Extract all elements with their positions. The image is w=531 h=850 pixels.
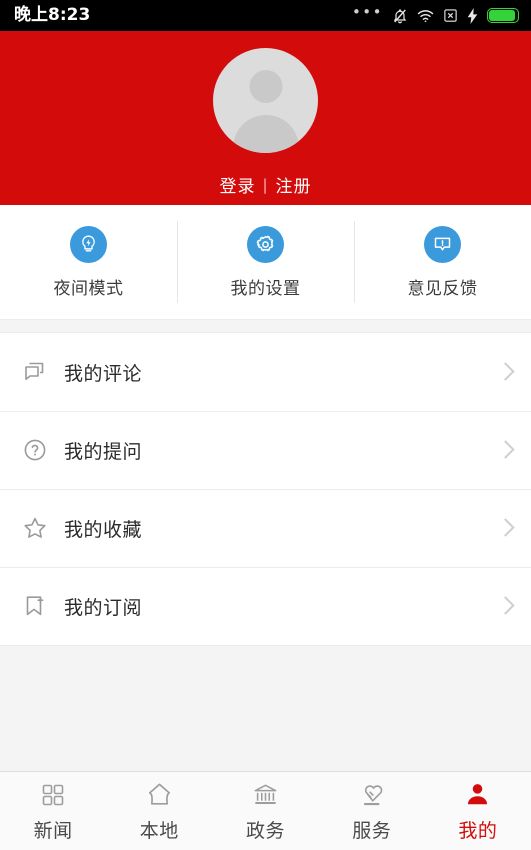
status-bar: 晚上8:23 ••• (0, 0, 531, 31)
tab-mine[interactable]: 我的 (425, 772, 531, 850)
tab-government[interactable]: 政务 (212, 772, 318, 850)
heart-hand-icon (358, 780, 386, 810)
list-item-my-questions[interactable]: 我的提问 (0, 411, 531, 489)
login-link[interactable]: 登录 (219, 172, 255, 197)
battery-icon (487, 8, 519, 23)
chevron-right-icon (499, 517, 511, 539)
login-separator: | (262, 175, 269, 194)
star-icon (13, 515, 57, 541)
feedback-bubble-icon (424, 225, 461, 263)
list-item-my-subscriptions[interactable]: 我的订阅 (0, 567, 531, 645)
tab-news[interactable]: 新闻 (0, 772, 106, 850)
quick-action-label: 夜间模式 (53, 278, 124, 299)
question-circle-icon (13, 437, 57, 463)
quick-action-label: 意见反馈 (407, 278, 478, 299)
section-divider (0, 319, 531, 333)
tab-label: 服务 (352, 819, 392, 842)
quick-action-label: 我的设置 (230, 278, 301, 299)
quick-action-feedback[interactable]: 意见反馈 (354, 221, 531, 303)
quick-actions-bar: 夜间模式 我的设置 意见反馈 (0, 205, 531, 319)
house-icon (146, 780, 173, 810)
list-item-label: 我的订阅 (64, 596, 143, 619)
lightbulb-icon (70, 225, 107, 263)
list-item-my-favorites[interactable]: 我的收藏 (0, 489, 531, 567)
tab-service[interactable]: 服务 (319, 772, 425, 850)
status-icon-group: ••• (351, 2, 519, 24)
gear-icon (247, 225, 284, 263)
wifi-icon (417, 9, 434, 23)
list-item-label: 我的收藏 (64, 518, 143, 541)
quick-action-my-settings[interactable]: 我的设置 (177, 221, 354, 303)
no-sim-icon (443, 8, 458, 23)
profile-header: 登录 | 注册 (0, 31, 531, 205)
app-screen: 晚上8:23 ••• 登录 | 注册 夜间模式 我的设置 意见反馈 我的评论 我… (0, 0, 531, 850)
person-icon (464, 780, 491, 810)
register-link[interactable]: 注册 (276, 172, 312, 197)
bookmark-plus-icon (13, 593, 57, 619)
government-building-icon (252, 780, 279, 810)
tab-label: 我的 (458, 819, 498, 842)
quick-action-night-mode[interactable]: 夜间模式 (0, 221, 177, 303)
list-item-label: 我的评论 (64, 362, 143, 385)
login-register-row[interactable]: 登录 | 注册 (219, 172, 312, 198)
avatar[interactable] (213, 48, 318, 153)
empty-area (0, 645, 531, 771)
bottom-tab-bar: 新闻 本地 政务 服务 我的 (0, 771, 531, 850)
more-dots-icon: ••• (351, 2, 383, 21)
grid-icon (40, 780, 66, 810)
tab-label: 本地 (139, 819, 179, 842)
chevron-right-icon (499, 439, 511, 461)
avatar-head-shape (249, 70, 282, 103)
list-item-label: 我的提问 (64, 440, 143, 463)
bell-muted-icon (392, 8, 408, 24)
chevron-right-icon (499, 361, 511, 383)
charging-bolt-icon (467, 7, 478, 24)
list-item-my-comments[interactable]: 我的评论 (0, 333, 531, 411)
tab-local[interactable]: 本地 (106, 772, 212, 850)
status-time: 晚上8:23 (14, 5, 91, 25)
chevron-right-icon (499, 595, 511, 617)
tab-label: 新闻 (33, 819, 73, 842)
menu-list: 我的评论 我的提问 我的收藏 我的订阅 (0, 333, 531, 645)
tab-label: 政务 (246, 819, 286, 842)
comment-bubbles-icon (13, 359, 57, 385)
avatar-body-shape (232, 115, 299, 153)
